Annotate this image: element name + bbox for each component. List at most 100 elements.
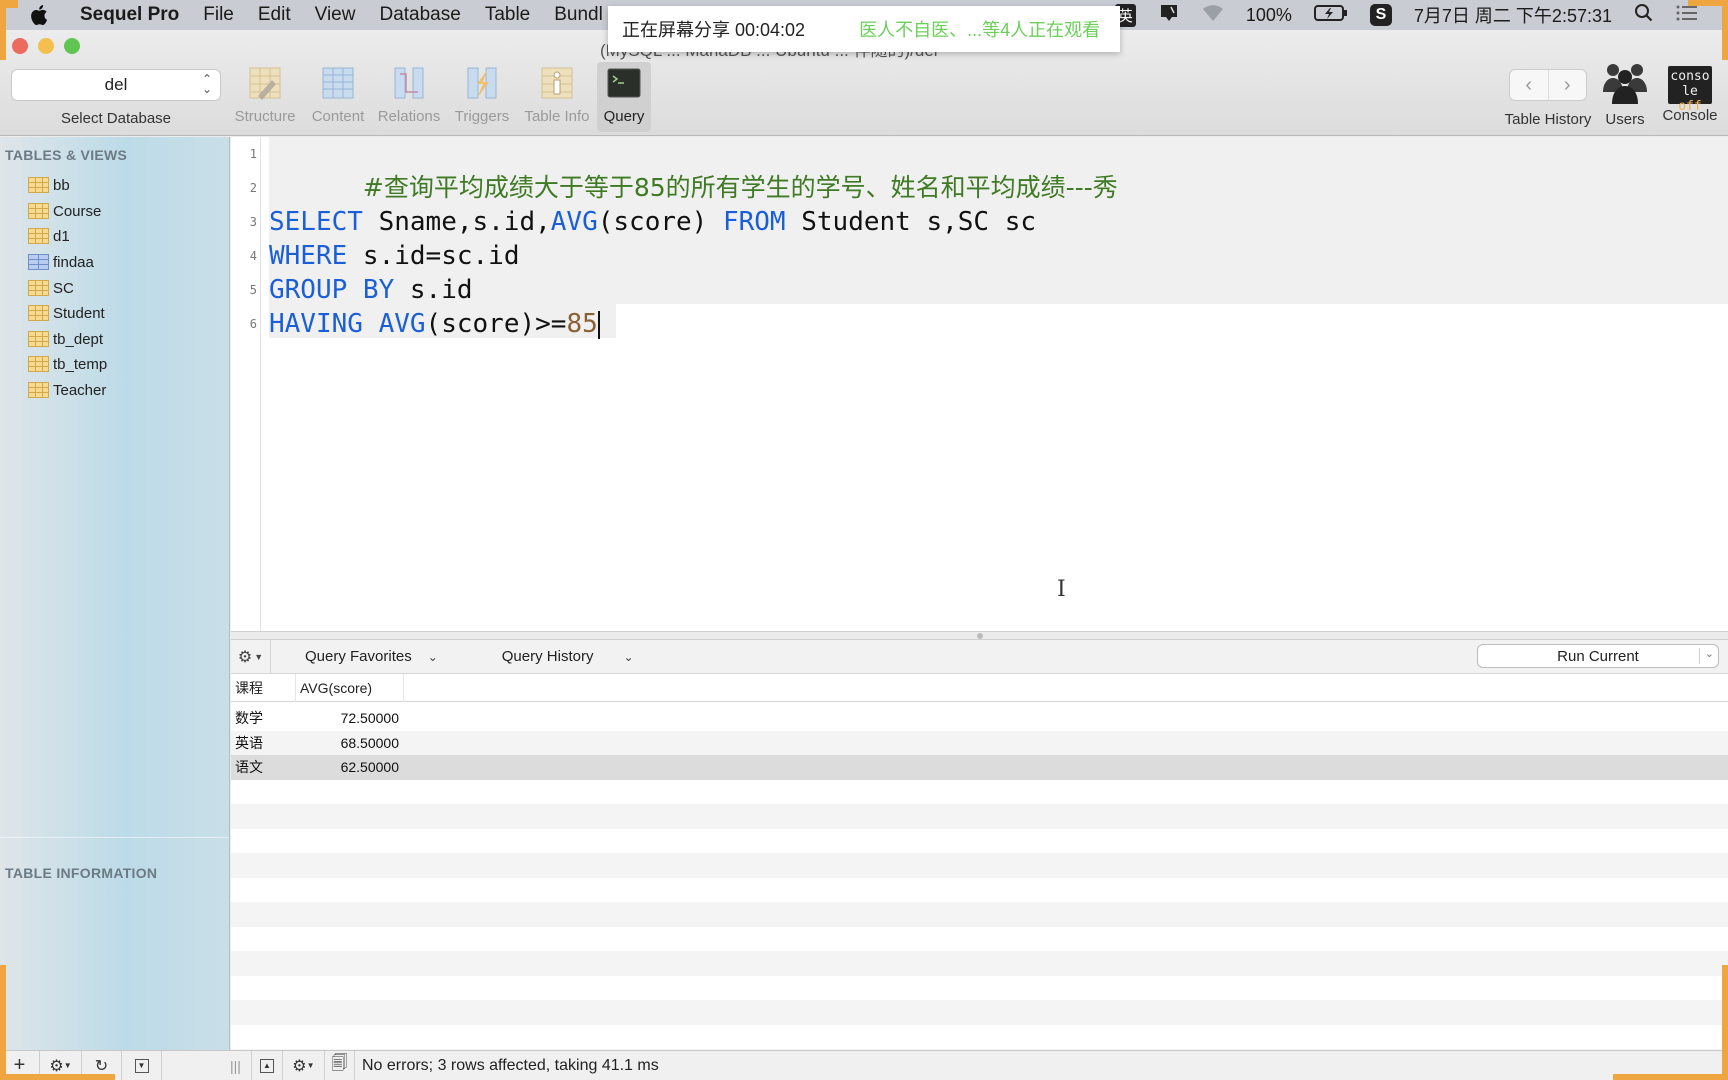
query-editor[interactable]: 1 2 3 4 5 6 #查询平均成绩大于等于85的所有学生的学号、姓名和平均成… xyxy=(231,137,1728,631)
toggle-table-info-button[interactable]: ▼ xyxy=(122,1050,162,1080)
sidebar-divider[interactable] xyxy=(0,837,229,838)
table-info-icon xyxy=(540,66,574,100)
dropdown-arrow-icon: ▼ xyxy=(254,651,264,662)
tab-query-label: Query xyxy=(603,108,645,125)
sidebar-item-label: tb_dept xyxy=(53,330,104,348)
refresh-icon: ↻ xyxy=(94,1057,109,1075)
database-select[interactable]: del ⌃ ⌄ xyxy=(12,70,220,100)
tab-structure-label: Structure xyxy=(234,108,296,125)
results-actions-button[interactable]: ⚙ ▼ xyxy=(283,1050,325,1080)
table-row[interactable]: 数学 72.50000 xyxy=(231,706,1728,731)
sidebar-item-label: Teacher xyxy=(53,381,107,399)
app-s-icon[interactable]: S xyxy=(1369,4,1392,26)
cell: 数学 xyxy=(235,710,263,726)
menu-file[interactable]: File xyxy=(203,4,234,26)
menu-table[interactable]: Table xyxy=(485,4,530,26)
code-line-3: SELECT Sname,s.id,AVG(score) FROM Studen… xyxy=(269,207,1037,237)
history-back-button[interactable]: ‹ xyxy=(1510,70,1549,100)
tables-views-heading: TABLES & VIEWS xyxy=(5,147,128,163)
apple-menu-icon[interactable] xyxy=(28,4,50,26)
clock[interactable]: 7月7日 周二 下午2:57:31 xyxy=(1414,2,1612,28)
tab-relations[interactable]: Relations xyxy=(375,62,443,132)
table-icon xyxy=(28,331,49,347)
minimize-window-button[interactable] xyxy=(38,38,54,54)
tab-triggers[interactable]: Triggers xyxy=(448,62,516,132)
menu-app-name[interactable]: Sequel Pro xyxy=(80,4,179,26)
share-frame-corner xyxy=(0,1074,115,1080)
gear-icon: ⚙ xyxy=(292,1057,307,1075)
column-header[interactable]: AVG(score) xyxy=(296,674,404,702)
query-gear-menu[interactable]: ⚙ ▼ xyxy=(231,639,271,674)
notification-center-icon[interactable] xyxy=(1676,4,1698,27)
table-row[interactable]: 语文 62.50000 xyxy=(231,755,1728,780)
sidebar-item-teacher[interactable]: Teacher xyxy=(28,378,106,402)
tab-relations-label: Relations xyxy=(377,108,441,125)
bottom-bar: + ⚙ ▼ ↻ ▼ ||| ▲ ⚙ ▼ 🗐 No errors; 3 rows af… xyxy=(0,1050,1728,1080)
sidebar-item-d1[interactable]: d1 xyxy=(28,224,70,248)
text-caret xyxy=(597,310,600,339)
run-current-button[interactable]: Run Current ⌄ xyxy=(1478,645,1718,667)
tab-content[interactable]: Content xyxy=(304,62,372,132)
share-viewers[interactable]: 医人不自医、...等4人正在观看 xyxy=(859,16,1100,42)
table-icon xyxy=(28,177,49,193)
table-icon xyxy=(28,203,49,219)
cell: 68.50000 xyxy=(340,734,399,751)
table-row[interactable]: 英语 68.50000 xyxy=(231,730,1728,755)
query-history-dropdown[interactable]: Query History ⌄ xyxy=(502,648,634,665)
chevron-down-icon: ⌄ xyxy=(427,649,438,664)
tab-query[interactable]: Query xyxy=(597,62,651,132)
editor-results-splitter[interactable] xyxy=(231,631,1728,640)
line-number: 1 xyxy=(249,147,257,161)
battery-percent: 100% xyxy=(1245,4,1292,25)
sidebar-item-label: findaa xyxy=(53,253,94,271)
users-button[interactable]: Users xyxy=(1600,62,1650,128)
empty-row xyxy=(231,853,1728,878)
sequel-pro-window: (MySQL ... MariaDB ... Ubuntu ... 伴随的)/d… xyxy=(0,30,1728,1080)
sidebar-item-tb-temp[interactable]: tb_temp xyxy=(28,352,107,376)
notification-icon[interactable] xyxy=(1158,3,1180,28)
empty-row xyxy=(231,878,1728,903)
menu-view[interactable]: View xyxy=(315,4,356,26)
query-favorites-dropdown[interactable]: Query Favorites ⌄ xyxy=(305,648,438,665)
splitter-handle-icon[interactable] xyxy=(977,633,983,639)
history-forward-button[interactable]: › xyxy=(1549,70,1587,100)
table-history-nav: ‹ › xyxy=(1510,70,1586,100)
sidebar-item-findaa[interactable]: findaa xyxy=(28,250,94,274)
sidebar-item-sc[interactable]: SC xyxy=(28,276,74,300)
share-frame-corner xyxy=(1722,0,1728,60)
menu-database[interactable]: Database xyxy=(379,4,460,26)
column-header[interactable]: 课程 xyxy=(231,674,296,702)
zoom-window-button[interactable] xyxy=(64,38,80,54)
triggers-icon xyxy=(465,66,499,100)
code-line-1: #查询平均成绩大于等于85的所有学生的学号、姓名和平均成绩---秀 xyxy=(269,137,1118,202)
console-button[interactable]: conso le off Console xyxy=(1658,62,1722,124)
tab-table-info[interactable]: Table Info xyxy=(522,62,592,132)
query-info-button[interactable]: 🗐 xyxy=(325,1050,355,1080)
run-options-chevron-icon[interactable]: ⌄ xyxy=(1705,647,1714,660)
empty-row xyxy=(231,902,1728,927)
spotlight-search-icon[interactable] xyxy=(1634,3,1654,28)
code-line-6: HAVING AVG(score)>=85 xyxy=(269,309,600,339)
table-history-label: Table History xyxy=(1504,111,1592,128)
table-icon xyxy=(28,382,49,398)
sidebar-item-bb[interactable]: bb xyxy=(28,173,70,197)
sidebar-item-course[interactable]: Course xyxy=(28,199,101,223)
toggle-editor-button[interactable]: ▲ xyxy=(250,1050,283,1080)
sidebar-item-tb-dept[interactable]: tb_dept xyxy=(28,327,103,351)
battery-icon[interactable] xyxy=(1313,4,1348,27)
cell: 62.50000 xyxy=(340,759,399,775)
gear-icon: ⚙ xyxy=(49,1057,64,1075)
close-window-button[interactable] xyxy=(12,38,28,54)
line-number: 6 xyxy=(249,317,257,331)
resize-handle-icon[interactable]: ||| xyxy=(230,1058,241,1074)
menu-edit[interactable]: Edit xyxy=(258,4,291,26)
wifi-icon[interactable] xyxy=(1202,3,1224,28)
tab-structure[interactable]: Structure xyxy=(231,62,299,132)
empty-row xyxy=(231,976,1728,1001)
line-number-gutter: 1 2 3 4 5 6 xyxy=(231,137,261,631)
empty-row xyxy=(231,804,1728,829)
menu-bundles[interactable]: Bundl xyxy=(554,4,603,26)
query-history-label: Query History xyxy=(501,648,594,665)
empty-row xyxy=(231,927,1728,952)
sidebar-item-student[interactable]: Student xyxy=(28,301,105,325)
